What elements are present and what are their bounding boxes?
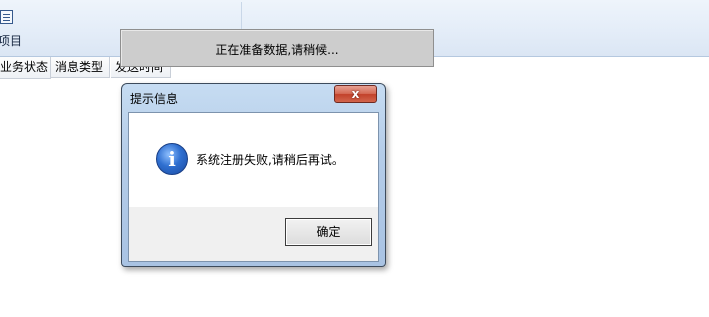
close-icon: x [351, 87, 360, 101]
progress-popup: 正在准备数据,请稍候... [120, 29, 434, 67]
dialog-title: 提示信息 [130, 92, 179, 106]
close-button[interactable]: x [334, 85, 377, 103]
list-icon [0, 10, 13, 24]
column-header-status[interactable]: 业务状态 [0, 57, 51, 79]
dialog-body: i 系统注册失败,请稍后再试。 确定 [128, 112, 379, 262]
message-area: i 系统注册失败,请稍后再试。 [129, 113, 378, 207]
dialog-message: 系统注册失败,请稍后再试。 [196, 153, 344, 167]
ribbon-separator [241, 2, 242, 30]
column-header-message-type[interactable]: 消息类型 [51, 57, 110, 78]
project-button-label: 项目 [0, 34, 23, 48]
progress-text: 正在准备数据,请稍候... [215, 43, 339, 57]
ok-button-label: 确定 [316, 225, 341, 239]
info-icon: i [156, 143, 188, 175]
ok-button[interactable]: 确定 [285, 218, 372, 246]
message-dialog: 提示信息 x i 系统注册失败,请稍后再试。 确定 [121, 83, 386, 267]
project-button[interactable]: 项目 [0, 8, 22, 48]
